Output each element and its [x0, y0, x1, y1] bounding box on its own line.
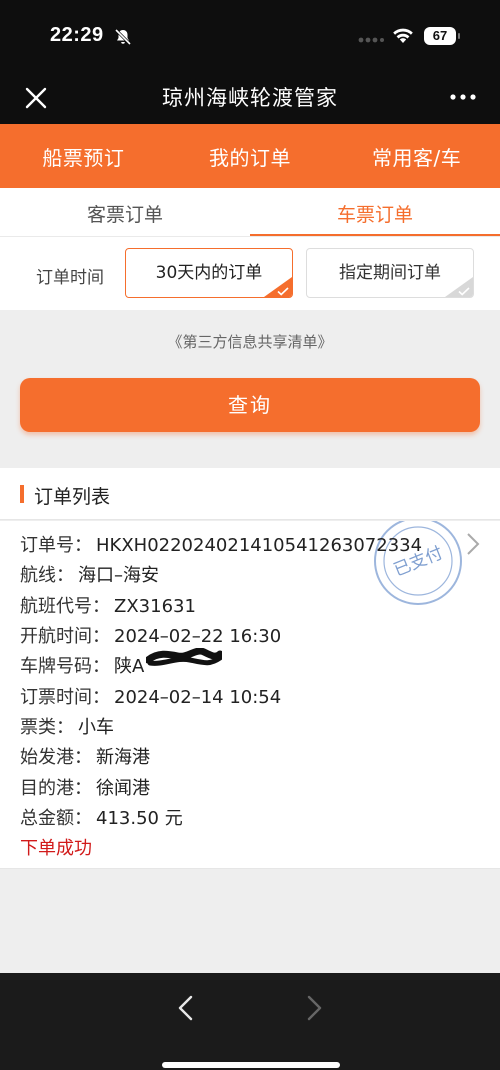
- order-field-plate-number: 车牌号码： 陕A: [20, 656, 145, 677]
- redaction-scribble: [146, 648, 222, 666]
- order-time-filter: 订单时间 30天内的订单 指定期间订单: [0, 236, 500, 310]
- status-time: 22:29: [50, 24, 104, 46]
- battery-indicator: 67: [424, 27, 460, 45]
- tab-passenger-orders[interactable]: 客票订单: [0, 188, 250, 236]
- order-field-voyage-code: 航班代号： ZX31631: [20, 596, 196, 617]
- order-field-ticket-type: 票类： 小车: [20, 717, 114, 738]
- filter-custom-period-button[interactable]: 指定期间订单: [306, 248, 474, 298]
- query-button[interactable]: 查询: [20, 378, 480, 432]
- back-icon[interactable]: [174, 993, 198, 1023]
- filter-30-days-button[interactable]: 30天内的订单: [125, 248, 293, 298]
- order-field-booking-time: 订票时间： 2024–02–14 10:54: [20, 687, 282, 708]
- tab-vehicle-orders[interactable]: 车票订单: [250, 188, 500, 236]
- order-field-origin-port: 始发港： 新海港: [20, 747, 150, 768]
- order-field-departure-time: 开航时间： 2024–02–22 16:30: [20, 626, 282, 647]
- order-field-order-number: 订单号： HKXH022024021410541263072334: [20, 535, 423, 556]
- nav-ticket-booking[interactable]: 船票预订: [0, 142, 167, 171]
- page-title: 琼州海峡轮渡管家: [162, 86, 338, 110]
- bell-muted-icon: [114, 28, 132, 46]
- filter-option-label: 指定期间订单: [339, 263, 441, 283]
- order-card[interactable]: 已支付 订单号： HKXH022024021410541263072334 航线：…: [0, 521, 500, 869]
- order-field-total-amount: 总金额： 413.50 元: [20, 808, 183, 829]
- more-icon[interactable]: [448, 92, 478, 102]
- status-bar: 22:29 67: [0, 0, 500, 72]
- filter-label: 订单时间: [36, 268, 104, 288]
- signal-icon: [358, 37, 384, 43]
- third-party-info-link[interactable]: 《第三方信息共享清单》: [0, 331, 500, 352]
- wifi-icon: [393, 28, 413, 43]
- forward-icon[interactable]: [302, 993, 326, 1023]
- chevron-right-icon[interactable]: [464, 531, 482, 557]
- section-marker: [20, 485, 24, 503]
- bottom-nav-bar: [0, 973, 500, 1070]
- order-field-destination-port: 目的港： 徐闻港: [20, 778, 150, 799]
- nav-my-orders[interactable]: 我的订单: [167, 142, 334, 171]
- check-icon: [277, 287, 289, 296]
- order-field-route: 航线： 海口–海安: [20, 565, 159, 586]
- order-type-tabs: 客票订单 车票订单: [0, 188, 500, 236]
- title-bar: 琼州海峡轮渡管家: [0, 72, 500, 124]
- order-list-title: 订单列表: [34, 486, 111, 508]
- home-indicator: [162, 1062, 340, 1068]
- main-nav: 船票预订 我的订单 常用客/车: [0, 124, 500, 188]
- filter-option-label: 30天内的订单: [155, 263, 263, 283]
- order-status: 下单成功: [20, 838, 92, 859]
- check-icon: [458, 287, 470, 296]
- order-list-header: 订单列表: [0, 468, 500, 520]
- nav-frequent-passengers[interactable]: 常用客/车: [333, 142, 500, 171]
